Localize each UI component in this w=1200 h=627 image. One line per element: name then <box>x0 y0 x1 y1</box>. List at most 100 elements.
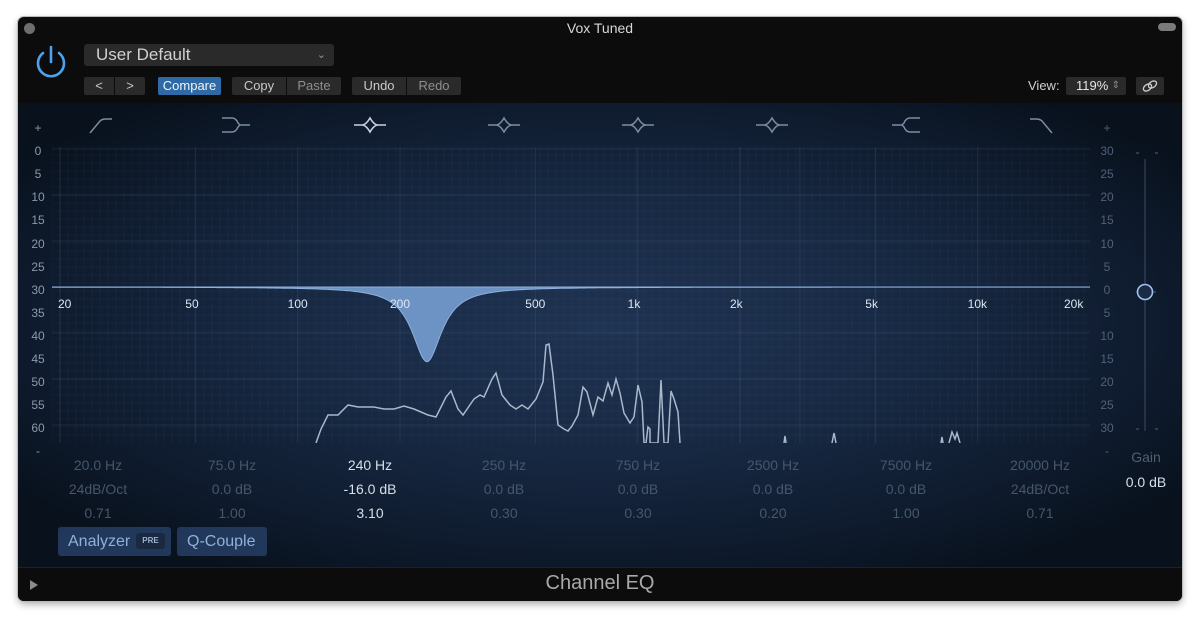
gain-scale-label: 20 <box>1100 190 1114 205</box>
q-couple-button[interactable]: Q-Couple <box>177 527 267 556</box>
frequency-label: 5k <box>865 297 878 311</box>
analyzer-button[interactable]: Analyzer PRE <box>58 527 171 556</box>
band-q-value[interactable]: 0.30 <box>588 501 688 525</box>
toolbar-toggle-button[interactable] <box>1158 23 1176 31</box>
high-shelf-band-icon[interactable] <box>888 113 924 137</box>
high-cut-band-icon[interactable] <box>1022 113 1058 137</box>
analyzer-scale-label: 50 <box>31 375 45 390</box>
gain-scale-label: 25 <box>1100 167 1114 182</box>
undo-button[interactable]: Undo <box>352 77 406 95</box>
gain-scale-label: 15 <box>1100 213 1114 228</box>
view-zoom-value: 119% <box>1076 78 1109 93</box>
band-freq-value[interactable]: 75.0 Hz <box>182 453 282 477</box>
analyzer-scale-label: 25 <box>31 259 45 274</box>
low-shelf-band-icon[interactable] <box>218 113 254 137</box>
band-6-params: 2500 Hz 0.0 dB 0.20 <box>723 453 823 525</box>
band-gain-value[interactable]: 0.0 dB <box>182 477 282 501</box>
band-q-value[interactable]: 0.30 <box>454 501 554 525</box>
gain-scale-label: 5 <box>1103 259 1111 274</box>
band-freq-value[interactable]: 2500 Hz <box>723 453 823 477</box>
paste-button[interactable]: Paste <box>287 77 341 95</box>
band-q-value[interactable]: 1.00 <box>182 501 282 525</box>
band-freq-value[interactable]: 20000 Hz <box>990 453 1090 477</box>
gain-scale-label: 5 <box>1103 305 1111 320</box>
band-freq-value[interactable]: 7500 Hz <box>856 453 956 477</box>
link-icon <box>1142 80 1158 92</box>
bell-band-3-icon[interactable] <box>620 113 656 137</box>
frequency-label: 1k <box>627 297 641 311</box>
gain-scale-label: - <box>1105 444 1109 459</box>
analyzer-pre-post-toggle[interactable]: PRE <box>136 533 165 549</box>
link-button[interactable] <box>1136 77 1164 95</box>
preset-dropdown[interactable]: User Default ⌄ <box>84 44 334 66</box>
frequency-label: 2k <box>730 297 743 311</box>
gain-scale-label: 10 <box>1100 328 1114 343</box>
band-freq-value[interactable]: 240 Hz <box>320 453 420 477</box>
analyzer-scale-label: 0 <box>34 144 42 159</box>
preset-name: User Default <box>96 45 191 64</box>
compare-button[interactable]: Compare <box>158 77 221 95</box>
master-gain-handle[interactable] <box>1136 283 1154 301</box>
band-freq-value[interactable]: 250 Hz <box>454 453 554 477</box>
band-q-value[interactable]: 0.20 <box>723 501 823 525</box>
gain-label: Gain <box>1131 449 1161 465</box>
band-q-value[interactable]: 0.71 <box>48 501 148 525</box>
band-gain-value[interactable]: -16.0 dB <box>320 477 420 501</box>
gain-scale-label: 15 <box>1100 352 1114 366</box>
analyzer-scale-label: 5 <box>34 167 42 182</box>
eq-graph[interactable]: 20 50 100 200 500 1k 2k 5k 10k 20k <box>52 147 1090 443</box>
band-5-params: 750 Hz 0.0 dB 0.30 <box>588 453 688 525</box>
eq-curve-fill <box>52 286 1090 363</box>
eq-curve-layer <box>52 286 1090 443</box>
stepper-icon: ⇕ <box>1111 80 1120 91</box>
low-cut-band-icon[interactable] <box>84 113 120 137</box>
band-gain-value[interactable]: 24dB/Oct <box>48 477 148 501</box>
band-4-params: 250 Hz 0.0 dB 0.30 <box>454 453 554 525</box>
analyzer-label: Analyzer <box>68 533 131 550</box>
band-7-params: 7500 Hz 0.0 dB 1.00 <box>856 453 956 525</box>
window-title: Vox Tuned <box>566 20 634 36</box>
band-gain-value[interactable]: 0.0 dB <box>856 477 956 501</box>
frequency-label: 50 <box>185 297 199 311</box>
chevron-down-icon: ⌄ <box>316 49 326 61</box>
view-label: View: <box>1028 78 1060 93</box>
plugin-window: Vox Tuned User Default ⌄ < > Compare Cop… <box>18 17 1182 601</box>
band-gain-value[interactable]: 0.0 dB <box>723 477 823 501</box>
analyzer-scale-label: + <box>34 121 42 135</box>
bell-band-4-icon[interactable] <box>754 113 790 137</box>
band-q-value[interactable]: 1.00 <box>856 501 956 525</box>
band-freq-value[interactable]: 750 Hz <box>588 453 688 477</box>
bell-band-1-icon[interactable] <box>352 113 388 137</box>
gain-value[interactable]: 0.0 dB <box>1118 474 1174 490</box>
bell-band-2-icon[interactable] <box>486 113 522 137</box>
power-icon[interactable] <box>32 44 70 82</box>
frequency-label: 200 <box>390 297 411 311</box>
view-zoom-select[interactable]: 119% ⇕ <box>1066 77 1126 95</box>
analyzer-scale-label: - <box>36 444 40 459</box>
gain-scale-label: 0 <box>1103 282 1111 297</box>
redo-button[interactable]: Redo <box>407 77 461 95</box>
gain-scale-label: + <box>1103 121 1111 135</box>
band-gain-value[interactable]: 0.0 dB <box>588 477 688 501</box>
gain-scale-label: 25 <box>1100 398 1114 413</box>
band-q-value[interactable]: 3.10 <box>320 501 420 525</box>
band-gain-value[interactable]: 24dB/Oct <box>990 477 1090 501</box>
master-gain-slider[interactable] <box>1128 147 1168 443</box>
copy-button[interactable]: Copy <box>232 77 286 95</box>
analyzer-spectrum-line <box>315 343 961 443</box>
previous-preset-button[interactable]: < <box>84 77 114 95</box>
analyzer-scale-label: 60 <box>31 421 45 436</box>
next-preset-button[interactable]: > <box>115 77 145 95</box>
gain-scale-label: 30 <box>1100 144 1114 159</box>
band-q-value[interactable]: 0.71 <box>990 501 1090 525</box>
gain-scale-label: 30 <box>1100 421 1114 436</box>
plugin-footer: Channel EQ <box>18 567 1182 601</box>
plugin-name: Channel EQ <box>545 572 655 594</box>
analyzer-scale-label: 45 <box>31 352 45 366</box>
band-gain-value[interactable]: 0.0 dB <box>454 477 554 501</box>
band-3-params: 240 Hz -16.0 dB 3.10 <box>320 453 420 525</box>
band-freq-value[interactable]: 20.0 Hz <box>48 453 148 477</box>
analyzer-scale-label: 35 <box>31 305 45 320</box>
analyzer-scale-label: 20 <box>31 236 45 251</box>
frequency-label: 20k <box>1064 297 1084 311</box>
